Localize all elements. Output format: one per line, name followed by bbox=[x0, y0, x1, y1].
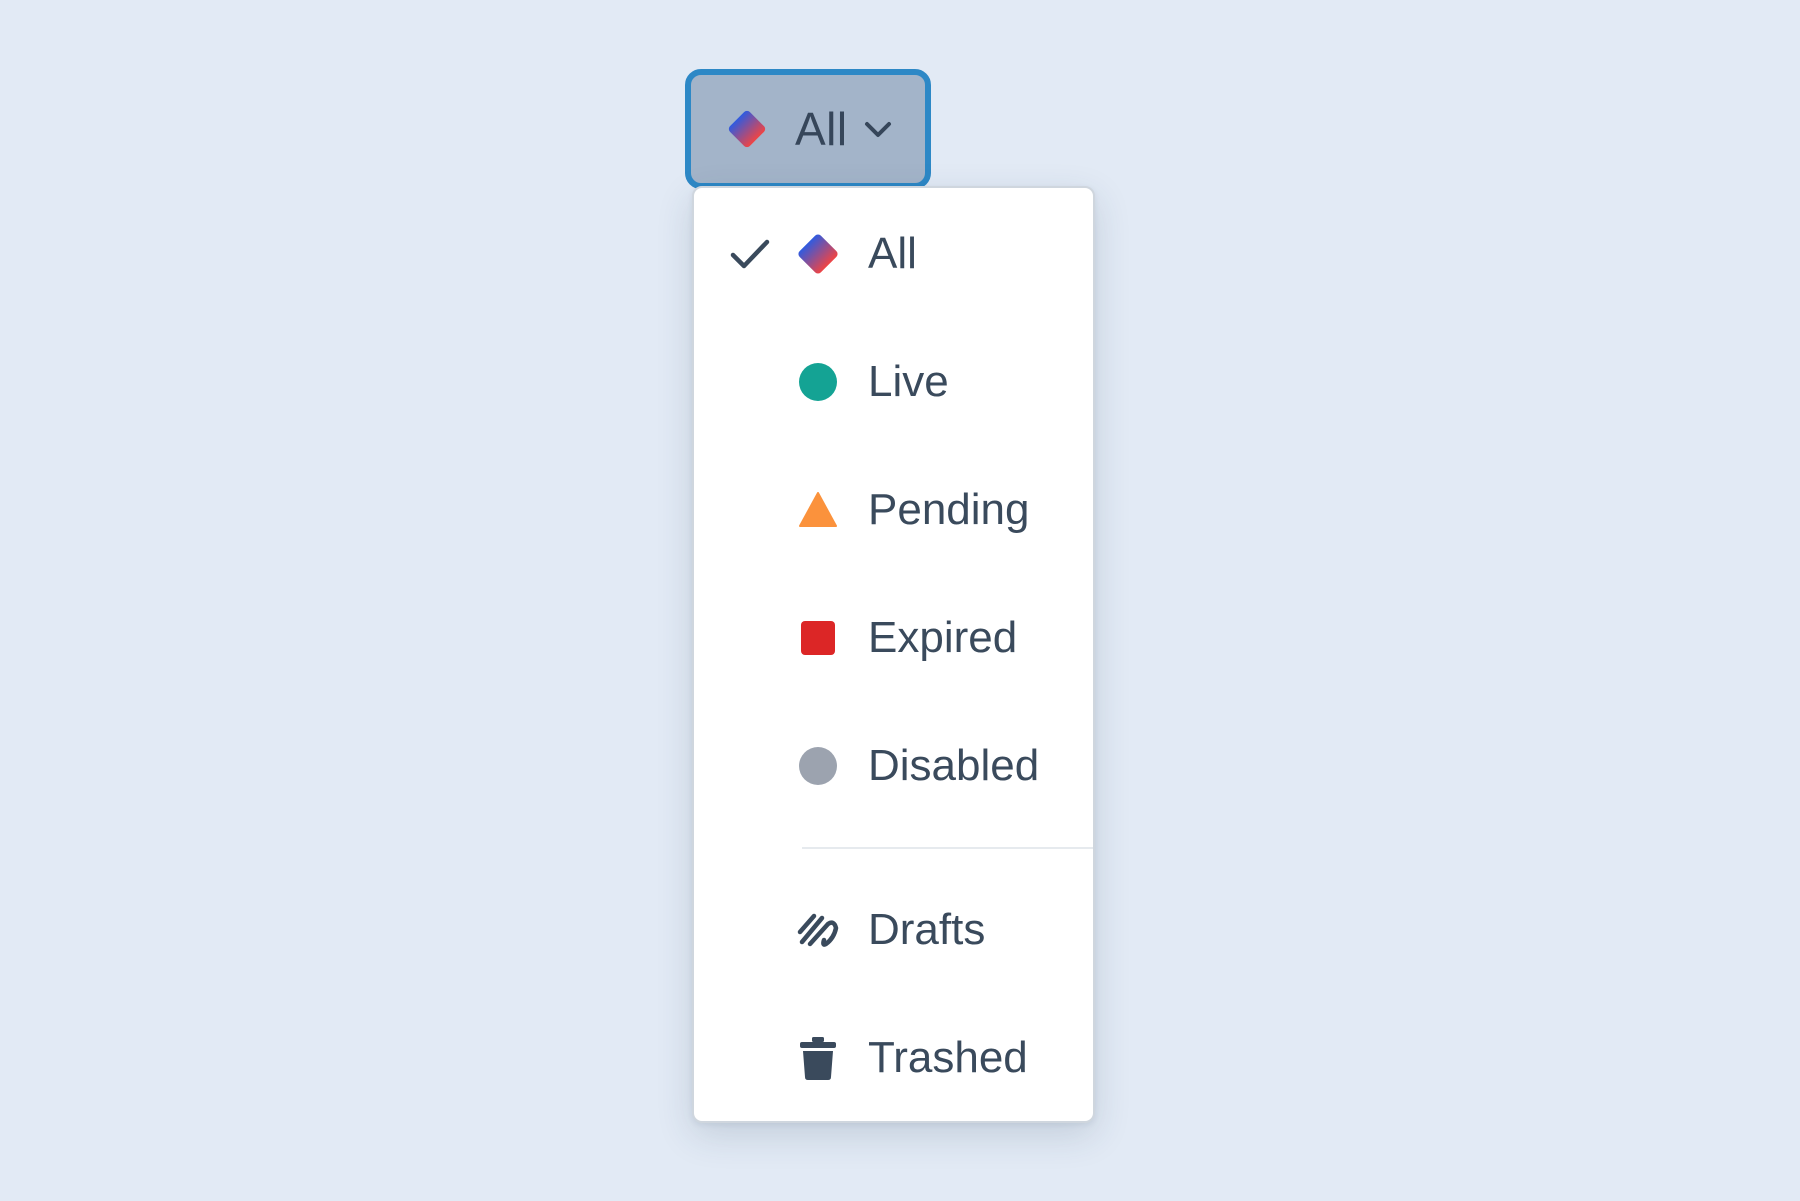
status-filter-menu: All Live Pending Expired Disabled Drafts… bbox=[692, 186, 1095, 1123]
gradient-diamond-icon bbox=[725, 107, 769, 151]
circle-icon bbox=[794, 358, 842, 406]
menu-item-expired[interactable]: Expired bbox=[694, 583, 1093, 693]
menu-item-label: Disabled bbox=[868, 741, 1040, 790]
menu-item-label: Trashed bbox=[868, 1033, 1028, 1082]
menu-divider bbox=[802, 847, 1093, 849]
menu-item-trashed[interactable]: Trashed bbox=[694, 1003, 1093, 1113]
status-filter-button[interactable]: All bbox=[685, 69, 931, 189]
menu-item-label: Pending bbox=[868, 485, 1030, 534]
square-icon bbox=[794, 614, 842, 662]
menu-item-label: Expired bbox=[868, 613, 1018, 662]
menu-item-disabled[interactable]: Disabled bbox=[694, 711, 1093, 821]
menu-item-label: Live bbox=[868, 357, 949, 406]
triangle-icon bbox=[794, 486, 842, 534]
menu-item-label: All bbox=[868, 229, 917, 278]
trash-icon bbox=[794, 1034, 842, 1082]
menu-item-live[interactable]: Live bbox=[694, 327, 1093, 437]
menu-item-all[interactable]: All bbox=[694, 199, 1093, 309]
menu-item-drafts[interactable]: Drafts bbox=[694, 875, 1093, 985]
scribble-icon bbox=[794, 906, 842, 954]
circle-icon bbox=[794, 742, 842, 790]
status-filter-label: All bbox=[795, 103, 848, 155]
menu-item-pending[interactable]: Pending bbox=[694, 455, 1093, 565]
menu-item-label: Drafts bbox=[868, 905, 986, 954]
checkmark-icon bbox=[728, 232, 772, 276]
gradient-diamond-icon bbox=[794, 230, 842, 278]
chevron-down-icon bbox=[862, 113, 894, 145]
